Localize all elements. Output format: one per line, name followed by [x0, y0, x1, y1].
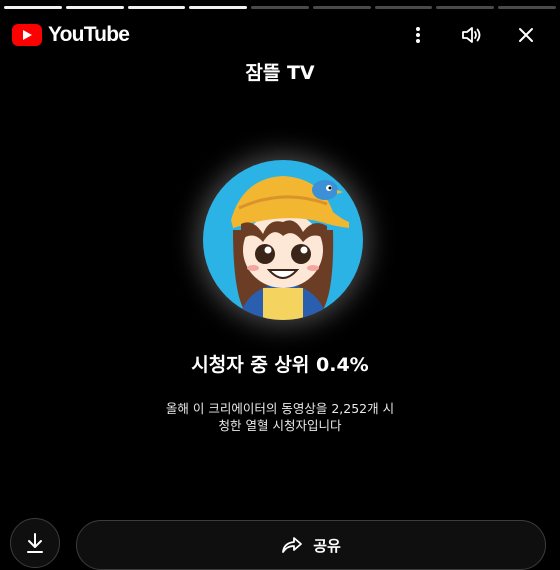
channel-avatar	[203, 160, 363, 320]
progress-segment	[189, 6, 248, 9]
progress-segment	[127, 6, 186, 9]
progress-segment	[65, 6, 124, 9]
play-logo-icon	[12, 24, 42, 46]
progress-segment	[374, 6, 433, 9]
close-button[interactable]	[512, 22, 540, 48]
progress-segment	[251, 6, 309, 9]
stat-headline: 시청자 중 상위 0.4%	[191, 354, 369, 376]
close-icon	[519, 28, 533, 42]
download-button[interactable]	[10, 518, 60, 568]
more-options-button[interactable]	[404, 22, 432, 48]
stat-description-line: 올해 이 크리에이터의 동영상을 2,252개 시	[165, 401, 395, 416]
progress-segment	[4, 6, 62, 9]
share-label: 공유	[313, 536, 341, 555]
story-progress-bar	[0, 6, 560, 9]
progress-segment	[498, 6, 557, 9]
progress-segment	[436, 6, 495, 9]
channel-name: 잠뜰 TV	[245, 62, 315, 84]
share-arrow-icon	[282, 537, 303, 553]
youtube-logo: YouTube	[12, 22, 130, 48]
download-icon	[27, 533, 43, 553]
sound-toggle-button[interactable]	[458, 22, 486, 48]
share-button[interactable]: 공유	[76, 520, 546, 570]
stat-description: 올해 이 크리에이터의 동영상을 2,252개 시 청한 열혈 시청자입니다	[150, 400, 410, 434]
youtube-wordmark: YouTube	[48, 23, 130, 46]
progress-segment	[312, 6, 371, 9]
more-vert-icon	[416, 27, 420, 43]
volume-icon	[462, 27, 481, 43]
stat-description-line: 청한 열혈 시청자입니다	[218, 418, 342, 433]
